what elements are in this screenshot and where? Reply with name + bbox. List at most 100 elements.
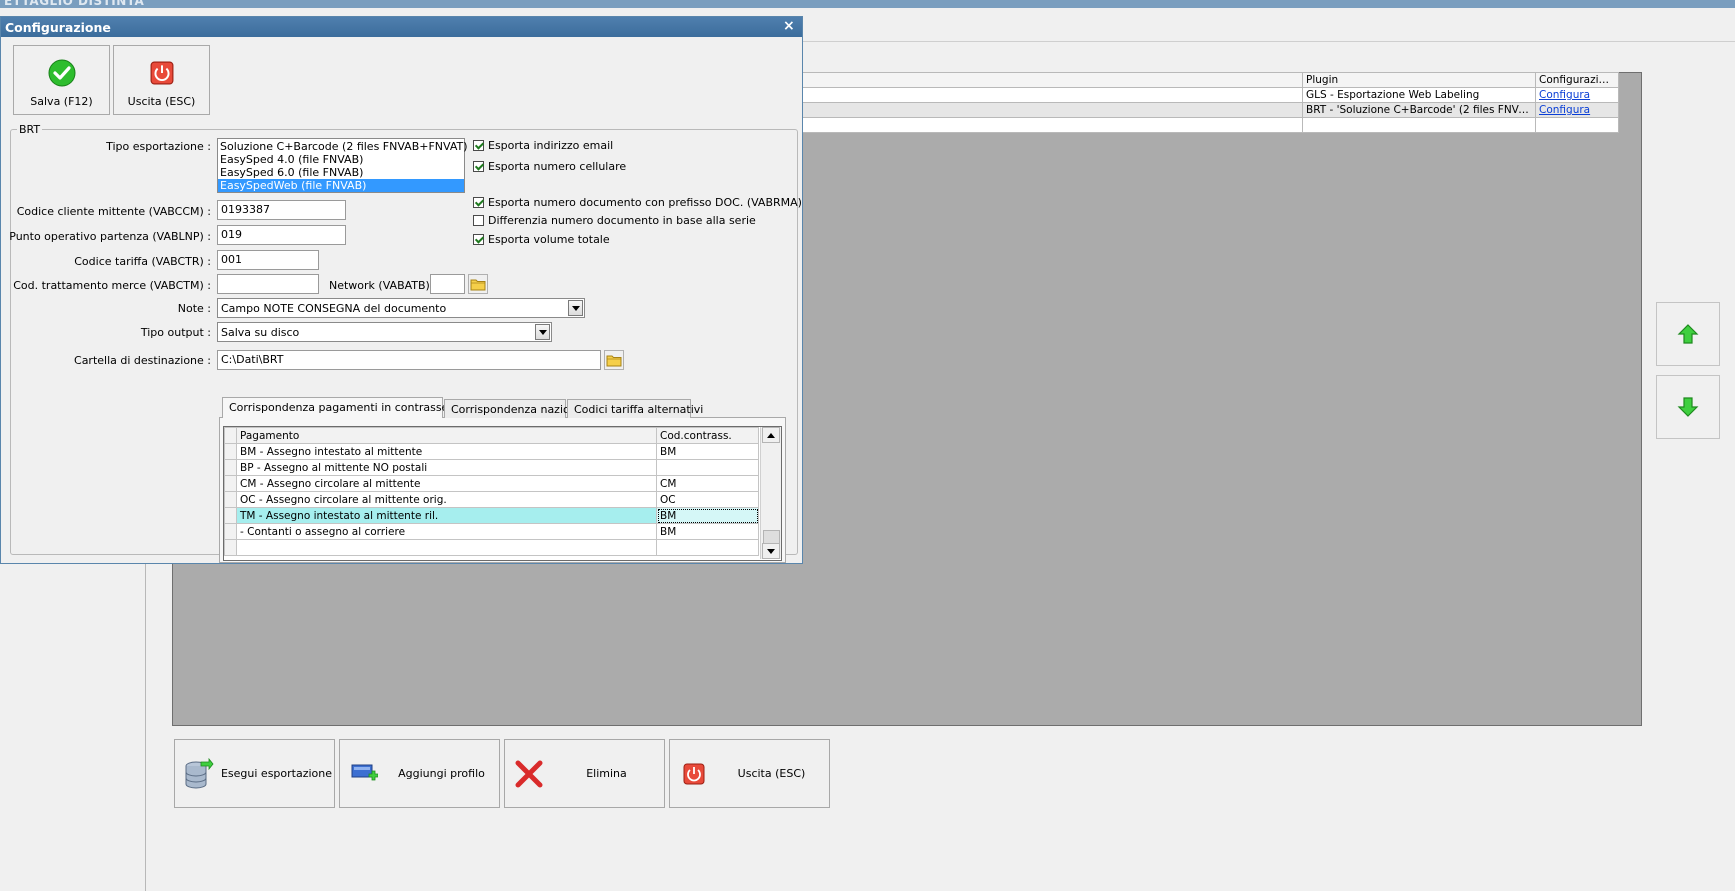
move-up-button[interactable] [1656,302,1720,366]
configura-link[interactable]: Configura [1539,89,1590,101]
database-export-icon [179,757,219,790]
tab-pagamenti[interactable]: Corrispondenza pagamenti in contrassegno [222,397,469,418]
checkbox-box[interactable] [473,215,484,226]
grid-row-selected[interactable]: TM - Assegno intestato al mittente ril. … [224,507,759,524]
delete-x-icon [509,759,549,789]
cod-contrass-cell[interactable]: CM [656,475,759,492]
salva-button[interactable]: Salva (F12) [13,45,110,115]
aggiungi-profilo-button[interactable]: Aggiungi profilo [339,739,500,808]
scroll-up-button[interactable] [762,427,780,443]
esporta-volume-checkbox[interactable]: Esporta volume totale [473,233,610,246]
aggiungi-profilo-label: Aggiungi profilo [398,767,485,780]
pagamenti-grid: Pagamento Cod.contrass. BM - Assegno int… [223,426,782,561]
grid-row[interactable]: CM - Assegno circolare al mittente CM [224,475,759,492]
cartella-browse-button[interactable] [604,350,624,370]
note-select[interactable]: Campo NOTE CONSEGNA del documento [217,298,585,318]
checkbox-box[interactable] [473,197,484,208]
tipo-option-selected[interactable]: EasySpedWeb (file FNVAB) [218,179,464,192]
close-icon[interactable]: × [783,18,795,34]
scroll-down-button[interactable] [762,543,780,559]
tab-nazioni[interactable]: Corrispondenza nazioni [444,399,580,418]
cod-contrass-cell[interactable]: BM [656,443,759,460]
tipo-output-label: Tipo output : [140,326,211,339]
row-header-cell[interactable] [224,539,237,556]
column-header-pagamento[interactable]: Pagamento [236,427,657,444]
punto-operativo-input[interactable]: 019 [217,225,346,245]
pagamento-cell[interactable]: OC - Assegno circolare al mittente orig. [236,491,657,508]
checkbox-box[interactable] [473,161,484,172]
cod-contrass-cell-focused[interactable]: BM [656,507,759,524]
configura-link-cell[interactable]: Configura [1535,102,1619,118]
row-header-cell[interactable] [224,491,237,508]
grid-row[interactable]: BP - Assegno al mittente NO postali [224,459,759,476]
exit-power-icon [674,763,714,785]
codice-tariffa-label: Codice tariffa (VABCTR) : [74,255,211,268]
pagamento-cell[interactable]: BP - Assegno al mittente NO postali [236,459,657,476]
row-header-cell[interactable] [224,459,237,476]
note-select-value: Campo NOTE CONSEGNA del documento [221,301,447,315]
esporta-email-checkbox[interactable]: Esporta indirizzo email [473,139,613,152]
pagamento-cell[interactable]: - Contanti o assegno al corriere [236,523,657,540]
row-header-cell[interactable] [224,523,237,540]
pagamento-cell[interactable] [236,539,657,556]
cod-contrass-cell[interactable] [656,459,759,476]
codice-cliente-input[interactable]: 0193387 [217,200,346,220]
column-header-cod-contrass[interactable]: Cod.contrass. [656,427,759,444]
tipo-option[interactable]: EasySped 6.0 (file FNVAB) [218,166,464,179]
checkbox-label: Esporta volume totale [488,233,610,246]
checkbox-box[interactable] [473,234,484,245]
main-uscita-label: Uscita (ESC) [737,767,806,780]
plugin-cell[interactable]: GLS - Esportazione Web Labeling [1302,87,1536,103]
cartella-label: Cartella di destinazione : [74,354,211,367]
esegui-esportazione-button[interactable]: Esegui esportazione [174,739,335,808]
dialog-titlebar[interactable] [1,17,802,37]
column-header-plugin[interactable]: Plugin [1302,72,1536,88]
tipo-esportazione-listbox[interactable]: Soluzione C+Barcode (2 files FNVAB+FNVAT… [217,138,468,193]
punto-operativo-label: Punto operativo partenza (VABLNP) : [9,230,211,243]
plugin-cell[interactable]: BRT - 'Soluzione C+Barcode' (2 files FNV… [1302,102,1536,118]
tipo-option[interactable]: EasySped 4.0 (file FNVAB) [218,153,464,166]
tab-codici-tariffa[interactable]: Codici tariffa alternativi [567,399,703,418]
codice-tariffa-input[interactable]: 001 [217,250,319,270]
network-input[interactable] [430,274,465,294]
configura-link-cell[interactable]: Configura [1535,87,1619,103]
row-header-cell [224,427,237,444]
configura-link[interactable]: Configura [1539,104,1590,116]
tipo-option[interactable]: Soluzione C+Barcode (2 files FNVAB+FNVAT… [218,140,468,153]
configura-link-cell[interactable] [1535,117,1619,133]
grid-row[interactable]: OC - Assegno circolare al mittente orig.… [224,491,759,508]
column-header-configurazione[interactable]: Configurazione [1535,72,1619,88]
tipo-output-select[interactable]: Salva su disco [217,322,552,342]
cod-contrass-cell[interactable]: BM [656,523,759,540]
row-header-cell[interactable] [224,443,237,460]
grid-row[interactable]: - Contanti o assegno al corriere BM [224,523,759,540]
pagamento-cell[interactable]: TM - Assegno intestato al mittente ril. [236,507,657,524]
chevron-down-icon[interactable] [535,324,550,340]
differenzia-numero-checkbox[interactable]: Differenzia numero documento in base all… [473,214,756,227]
grid-row[interactable]: BM - Assegno intestato al mittente BM [224,443,759,460]
grid-row[interactable] [224,539,759,556]
network-browse-button[interactable] [468,274,488,294]
cartella-input[interactable]: C:\Dati\BRT [217,350,601,370]
exit-power-icon [150,58,174,88]
uscita-button[interactable]: Uscita (ESC) [113,45,210,115]
row-header-cell[interactable] [224,507,237,524]
plugin-cell[interactable] [1302,117,1536,133]
scroll-thumb[interactable] [763,530,780,544]
elimina-button[interactable]: Elimina [504,739,665,808]
cod-contrass-cell[interactable] [656,539,759,556]
cod-trattamento-input[interactable] [217,274,319,294]
esporta-cellulare-checkbox[interactable]: Esporta numero cellulare [473,160,626,173]
move-down-button[interactable] [1656,375,1720,439]
main-uscita-button[interactable]: Uscita (ESC) [669,739,830,808]
chevron-down-icon[interactable] [568,300,583,316]
grid-vertical-scrollbar[interactable] [760,427,781,559]
pagamento-cell[interactable]: CM - Assegno circolare al mittente [236,475,657,492]
esporta-numero-documento-checkbox[interactable]: Esporta numero documento con prefisso DO… [473,196,802,209]
pagamenti-table: Pagamento Cod.contrass. BM - Assegno int… [224,427,759,556]
pagamento-cell[interactable]: BM - Assegno intestato al mittente [236,443,657,460]
row-header-cell[interactable] [224,475,237,492]
cod-contrass-cell[interactable]: OC [656,491,759,508]
uscita-label: Uscita (ESC) [127,95,196,108]
checkbox-box[interactable] [473,140,484,151]
